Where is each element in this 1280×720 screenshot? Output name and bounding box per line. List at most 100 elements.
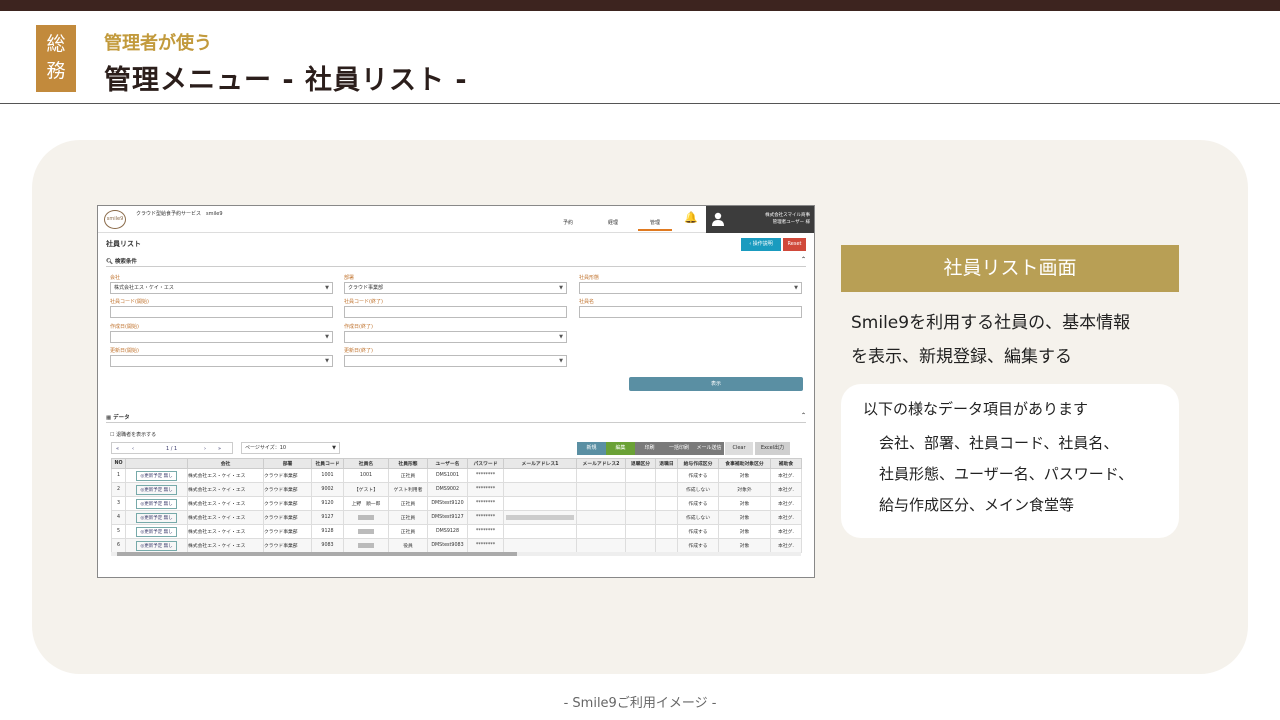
row-number: 1 — [111, 468, 126, 483]
cell-emp-name: 上野 順一郎 — [343, 496, 389, 511]
reset-button[interactable]: Reset — [783, 238, 806, 251]
cell-sub-meal: 本社グ. — [770, 538, 802, 553]
page-indicator: 1 / 1 — [166, 446, 178, 452]
collapse-icon[interactable]: ⌃ — [801, 412, 806, 419]
cell-meal-subsidy: 対象 — [718, 496, 771, 511]
row-number: 5 — [111, 524, 126, 539]
column-header[interactable]: メールアドレス1 — [503, 458, 577, 469]
chevron-down-icon: ▼ — [332, 445, 336, 451]
update-plan-button[interactable]: ◎更新予定 無し — [136, 484, 177, 495]
prev-page-button[interactable]: ‹ — [132, 443, 134, 455]
column-header[interactable]: 社員名 — [343, 458, 389, 469]
column-header[interactable]: メールアドレス2 — [576, 458, 626, 469]
label-code-start: 社員コード(開始) — [110, 299, 149, 305]
created-end-select[interactable]: ▼ — [344, 331, 567, 343]
new-button[interactable]: 新規 — [577, 442, 606, 455]
cell-emp-code: 9002 — [311, 482, 344, 497]
created-start-select[interactable]: ▼ — [110, 331, 333, 343]
dept-select[interactable]: クラウド事業部 ▼ — [344, 282, 567, 294]
print-button[interactable]: 印刷 — [635, 442, 664, 455]
code-start-input[interactable] — [110, 306, 333, 318]
cell-emp-type: 役員 — [388, 538, 428, 553]
cell-salary-type: 作成する — [677, 468, 719, 483]
bell-icon[interactable]: 🔔 — [684, 211, 698, 224]
table-row[interactable]: 6 ◎更新予定 無し 株式会社エス・ケイ・エス クラウド事業部 9083 役員 DMStes… — [111, 538, 802, 553]
cell-emp-name: 1001 — [343, 468, 389, 483]
cell-meal-subsidy: 対象 — [718, 468, 771, 483]
table-row[interactable]: 2 ◎更新予定 無し 株式会社エス・ケイ・エス クラウド事業部 9002 【ゲスト】 ゲスト… — [111, 482, 802, 497]
update-plan-button[interactable]: ◎更新予定 無し — [136, 470, 177, 481]
table-row[interactable]: 1 ◎更新予定 無し 株式会社エス・ケイ・エス クラウド事業部 1001 1001 正社員 D… — [111, 468, 802, 483]
collapse-icon[interactable]: ⌃ — [801, 256, 806, 263]
cell-emp-code: 1001 — [311, 468, 344, 483]
column-header[interactable]: ユーザー名 — [427, 458, 468, 469]
cell-password: ******** — [467, 524, 504, 539]
clear-button[interactable]: Clear — [725, 442, 753, 455]
column-header[interactable]: NO — [111, 458, 126, 469]
last-page-button[interactable]: » — [218, 443, 221, 455]
column-header[interactable]: 給与作成区分 — [677, 458, 719, 469]
column-header[interactable]: 社員コード — [311, 458, 344, 469]
emp-type-select[interactable]: ▼ — [579, 282, 802, 294]
column-header[interactable]: 社員形態 — [388, 458, 428, 469]
column-header[interactable]: 退職区分 — [625, 458, 656, 469]
label-dept: 部署 — [344, 275, 355, 281]
items-box: 以下の様なデータ項目があります 会社、部署、社員コード、社員名、 社員形態、ユー… — [841, 384, 1179, 538]
user-name: 管理者ユーザー 様 — [772, 220, 810, 225]
items-line: 社員形態、ユーザー名、パスワード、 — [879, 465, 1134, 483]
data-section-header[interactable]: ▦ データ ⌃ — [106, 412, 806, 423]
company-name: 株式会社スマイル商事 — [765, 213, 810, 218]
next-page-button[interactable]: › — [204, 443, 206, 455]
table-row[interactable]: 4 ◎更新予定 無し 株式会社エス・ケイ・エス クラウド事業部 9127 正社員 DMSte… — [111, 510, 802, 525]
column-header[interactable]: パスワード — [467, 458, 504, 469]
show-retired-checkbox[interactable]: ☐ 退職者を表示する — [110, 431, 156, 438]
update-plan-button[interactable]: ◎更新予定 無し — [136, 498, 177, 509]
excel-export-button[interactable]: Excel出力 — [755, 442, 790, 455]
column-header[interactable]: 部署 — [263, 458, 312, 469]
code-end-input[interactable] — [344, 306, 567, 318]
update-plan-button[interactable]: ◎更新予定 無し — [136, 512, 177, 523]
label-created-start: 作成日(開始) — [110, 324, 139, 330]
column-header[interactable]: 退職日 — [655, 458, 678, 469]
items-line: 会社、部署、社員コード、社員名、 — [879, 434, 1119, 452]
column-header[interactable]: 補助食 — [770, 458, 802, 469]
send-mail-button[interactable]: メール送信 — [694, 442, 724, 455]
scrollbar-thumb[interactable] — [117, 552, 517, 556]
show-button[interactable]: 表示 — [629, 377, 803, 391]
table-row[interactable]: 5 ◎更新予定 無し 株式会社エス・ケイ・エス クラウド事業部 9128 正社員 DMS91… — [111, 524, 802, 539]
updated-end-select[interactable]: ▼ — [344, 355, 567, 367]
nav-admin[interactable]: 管理 — [638, 219, 673, 231]
chevron-down-icon: ▼ — [325, 334, 329, 340]
first-page-button[interactable]: « — [116, 443, 119, 455]
cell-email2 — [576, 510, 626, 525]
emp-name-input[interactable] — [579, 306, 802, 318]
cell-company: 株式会社エス・ケイ・エス — [187, 496, 264, 511]
bulk-print-button[interactable]: 一括印刷 — [664, 442, 694, 455]
app-logo[interactable]: smile9 — [104, 210, 126, 229]
horizontal-scrollbar[interactable] — [111, 552, 801, 556]
redacted-email — [506, 514, 574, 520]
help-button[interactable]: ‹ 操作説明 — [741, 238, 781, 251]
cell-username: DMStest9127 — [427, 510, 468, 525]
nav-accounting[interactable]: 経理 — [608, 219, 618, 226]
slide-title: 管理メニュー - 社員リスト - — [104, 65, 468, 96]
cell-emp-code: 9120 — [311, 496, 344, 511]
search-section-header[interactable]: 🔍︎ 検索条件 ⌃ — [106, 256, 806, 267]
column-header[interactable]: 会社 — [187, 458, 264, 469]
user-menu[interactable]: 株式会社スマイル商事管理者ユーザー 様 — [706, 206, 814, 233]
update-plan-button[interactable]: ◎更新予定 無し — [136, 526, 177, 537]
cell-emp-name: 【ゲスト】 — [343, 482, 389, 497]
edit-button[interactable]: 編集 — [606, 442, 635, 455]
nav-reserve[interactable]: 予約 — [563, 219, 573, 226]
updated-start-select[interactable]: ▼ — [110, 355, 333, 367]
cell-emp-type: ゲスト利用者 — [388, 482, 428, 497]
table-row[interactable]: 3 ◎更新予定 無し 株式会社エス・ケイ・エス クラウド事業部 9120 上野 順一郎 正社… — [111, 496, 802, 511]
column-header[interactable]: 食事補助対象区分 — [718, 458, 771, 469]
redacted-name — [358, 542, 374, 548]
cell-email1 — [503, 510, 577, 525]
update-plan-button[interactable]: ◎更新予定 無し — [136, 540, 177, 551]
company-select[interactable]: 株式会社エス・ケイ・エス ▼ — [110, 282, 333, 294]
column-header[interactable] — [125, 458, 188, 469]
row-number: 6 — [111, 538, 126, 553]
page-size-select[interactable]: ページサイズ：10 ▼ — [241, 442, 340, 454]
